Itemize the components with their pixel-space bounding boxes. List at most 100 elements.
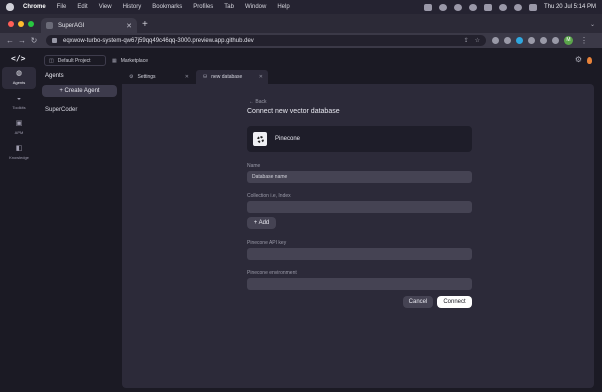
database-name-label: Pinecone [275, 136, 301, 142]
spotlight-search-icon[interactable] [513, 3, 522, 11]
control-center-icon[interactable] [528, 3, 537, 11]
rail-item-toolkits[interactable]: ◒ Toolkits [2, 92, 36, 114]
connect-button[interactable]: Connect [437, 296, 472, 308]
settings-gear-icon: ⚙ [129, 74, 134, 80]
agents-sidebar: Agents + Create Agent SuperCoder [38, 70, 120, 392]
browser-tab-superagi[interactable]: SuperAGI ✕ [41, 18, 137, 33]
superagi-favicon-icon [46, 22, 53, 29]
back-link[interactable]: ← Back [249, 99, 267, 105]
address-bar[interactable]: eqxwow-turbo-system-qw67j59qq49c46qq-300… [46, 35, 486, 46]
url-text[interactable]: eqxwow-turbo-system-qw67j59qq49c46qq-300… [63, 38, 254, 44]
marketplace-icon: ▦ [112, 57, 117, 64]
extension-blue-icon[interactable] [516, 37, 523, 44]
app-topbar: ◫ Default Project ▦ Marketplace ⚙ [38, 53, 602, 67]
side-panel-icon[interactable] [552, 37, 559, 44]
forward-arrow-icon[interactable]: → [16, 36, 28, 45]
menu-file[interactable]: File [57, 4, 67, 10]
rail-item-knowledge[interactable]: ◧ Knowledge [2, 142, 36, 164]
environment-field-label: Pinecone environment [247, 270, 297, 276]
settings-gear-icon[interactable]: ⚙ [575, 55, 582, 64]
browser-toolbar: ← → ↻ eqxwow-turbo-system-qw67j59qq49c46… [0, 33, 602, 48]
left-nav-rail: ◍ Agents ◒ Toolkits ▣ APM ◧ Knowledge [0, 64, 38, 167]
extensions-area: M ⋮ [492, 36, 590, 45]
tab-close-icon[interactable]: ✕ [126, 22, 132, 30]
back-arrow-icon[interactable]: ← [4, 36, 16, 45]
tab-close-icon[interactable]: ✕ [185, 74, 189, 80]
tab-title: SuperAGI [58, 22, 85, 29]
rail-item-apm[interactable]: ▣ APM [2, 117, 36, 139]
marketplace-label: Marketplace [120, 57, 148, 64]
extension-grammar-icon[interactable] [504, 37, 511, 44]
selected-database-card: Pinecone [247, 126, 472, 152]
macos-menubar: Chrome File Edit View History Bookmarks … [0, 0, 602, 14]
minimize-window-button[interactable] [18, 21, 24, 27]
menu-help[interactable]: Help [277, 4, 289, 10]
project-selector[interactable]: ◫ Default Project [44, 55, 106, 66]
rail-label-agents: Agents [12, 80, 26, 85]
database-name-input[interactable] [247, 171, 472, 183]
dropbox-icon[interactable] [423, 3, 432, 11]
tab-close-icon[interactable]: ✕ [259, 74, 263, 80]
browser-tab-strip: SuperAGI ✕ + ⌄ [0, 14, 602, 33]
rail-label-knowledge: Knowledge [9, 155, 29, 160]
tab-search-chevron-icon[interactable]: ⌄ [590, 21, 595, 28]
superagi-app: </> ◍ Agents ◒ Toolkits ▣ APM ◧ Knowledg… [0, 48, 602, 392]
menu-chrome[interactable]: Chrome [23, 4, 46, 10]
menubar-clock[interactable]: Thu 20 Jul 5:14 PM [544, 4, 596, 10]
environment-input[interactable] [247, 278, 472, 290]
notification-bulb-icon[interactable] [587, 57, 592, 64]
collection-input[interactable] [247, 201, 472, 213]
media-control-icon[interactable] [540, 37, 547, 44]
record-icon[interactable] [468, 3, 477, 11]
project-name: Default Project [57, 57, 91, 64]
pinecone-logo-icon [253, 132, 267, 146]
menu-view[interactable]: View [99, 4, 112, 10]
user-status-icon[interactable] [438, 3, 447, 11]
add-collection-button[interactable]: + Add [247, 217, 276, 229]
menu-bookmarks[interactable]: Bookmarks [152, 4, 182, 10]
name-field-label: Name [247, 163, 261, 169]
superagi-logo: </> [11, 54, 26, 63]
zoom-window-button[interactable] [28, 21, 34, 27]
rail-label-apm: APM [14, 130, 24, 135]
tab-new-database[interactable]: ⛁ new database ✕ [196, 70, 268, 84]
play-icon[interactable] [453, 3, 462, 11]
extensions-puzzle-icon[interactable] [528, 37, 535, 44]
lock-icon[interactable] [52, 38, 57, 43]
marketplace-link[interactable]: ▦ Marketplace [112, 55, 148, 66]
agent-list-item[interactable]: SuperCoder [45, 107, 77, 113]
omnibox-actions: ⇪ ☆ [464, 37, 480, 44]
rail-item-agents[interactable]: ◍ Agents [2, 67, 36, 89]
profile-avatar[interactable]: M [564, 36, 573, 45]
agents-title: Agents [45, 73, 64, 79]
menu-tab[interactable]: Tab [224, 4, 234, 10]
menu-profiles[interactable]: Profiles [193, 4, 213, 10]
page-title: Connect new vector database [247, 108, 340, 115]
share-icon[interactable]: ⇪ [464, 37, 469, 44]
bookmark-star-icon[interactable]: ☆ [475, 37, 480, 44]
browser-menu-icon[interactable]: ⋮ [578, 36, 590, 45]
database-icon: ⛁ [203, 74, 208, 80]
menu-edit[interactable]: Edit [77, 4, 87, 10]
workspace-tabs: ⚙ Settings ✕ ⛁ new database ✕ [122, 70, 602, 84]
cancel-button[interactable]: Cancel [403, 296, 433, 308]
menu-history[interactable]: History [123, 4, 142, 10]
close-window-button[interactable] [8, 21, 14, 27]
apm-icon: ▣ [15, 120, 23, 127]
project-icon: ◫ [49, 57, 54, 64]
apple-icon[interactable] [6, 3, 14, 11]
knowledge-icon: ◧ [15, 145, 23, 152]
wifi-icon[interactable] [498, 3, 507, 11]
tab-settings[interactable]: ⚙ Settings ✕ [122, 70, 194, 84]
battery-icon[interactable] [483, 3, 492, 11]
reload-icon[interactable]: ↻ [28, 36, 40, 45]
toolkits-icon: ◒ [16, 95, 22, 102]
rail-label-toolkits: Toolkits [12, 105, 26, 110]
extension-shield-icon[interactable] [492, 37, 499, 44]
api-key-input[interactable] [247, 248, 472, 260]
status-area: Thu 20 Jul 5:14 PM [423, 3, 596, 11]
new-tab-button[interactable]: + [142, 18, 148, 31]
create-agent-button[interactable]: + Create Agent [42, 85, 117, 97]
window-controls [8, 21, 34, 27]
menu-window[interactable]: Window [245, 4, 266, 10]
